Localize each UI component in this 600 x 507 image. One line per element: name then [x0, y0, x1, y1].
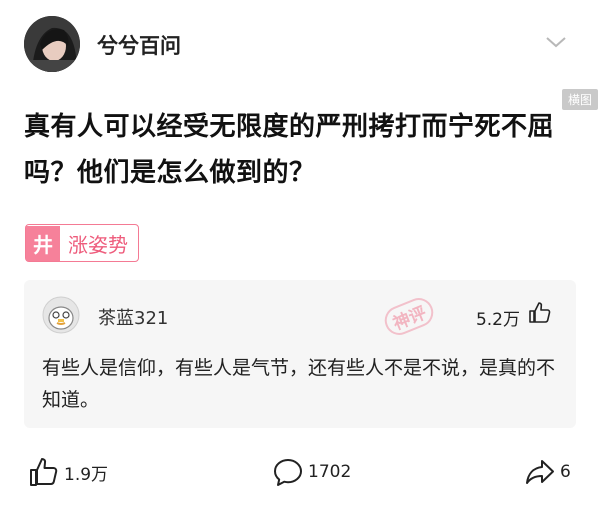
commenter-avatar[interactable]	[42, 296, 80, 334]
commenter-name[interactable]: 茶蓝321	[98, 304, 168, 330]
share-button[interactable]: 6	[524, 456, 571, 488]
action-bar: 1.9万 1702 6	[0, 450, 600, 498]
hashtag-icon: 井	[26, 225, 60, 261]
topic-tag[interactable]: 井 涨姿势	[25, 224, 139, 262]
author-avatar[interactable]	[24, 16, 80, 72]
avatar-image	[24, 16, 80, 72]
chevron-down-icon[interactable]	[544, 34, 568, 50]
like-count: 1.9万	[64, 464, 109, 485]
share-icon	[526, 460, 554, 484]
featured-answer-card[interactable]: 茶蓝321 5.2万 神评 有些人是信仰，有些人是气节，还有些人不是不说，是真的…	[24, 280, 576, 428]
comment-button[interactable]: 1702	[272, 456, 351, 488]
answer-like-count: 5.2万	[475, 310, 520, 330]
comment-icon	[274, 459, 302, 486]
thumbs-up-icon[interactable]	[528, 301, 552, 325]
tag-label: 涨姿势	[68, 232, 128, 257]
post-header: 兮兮百问 横图	[0, 0, 600, 110]
like-button[interactable]: 1.9万	[28, 456, 108, 488]
answer-text[interactable]: 有些人是信仰，有些人是气节，还有些人不是不说，是真的不知道。	[42, 352, 562, 416]
comment-count: 1702	[308, 462, 352, 482]
question-title[interactable]: 真有人可以经受无限度的严刑拷打而宁死不屈吗？他们是怎么做到的？	[24, 104, 594, 196]
hot-comment-watermark: 神评	[380, 293, 438, 340]
thumbs-up-icon	[30, 458, 58, 486]
author-name[interactable]: 兮兮百问	[97, 30, 181, 60]
share-count: 6	[560, 462, 571, 482]
